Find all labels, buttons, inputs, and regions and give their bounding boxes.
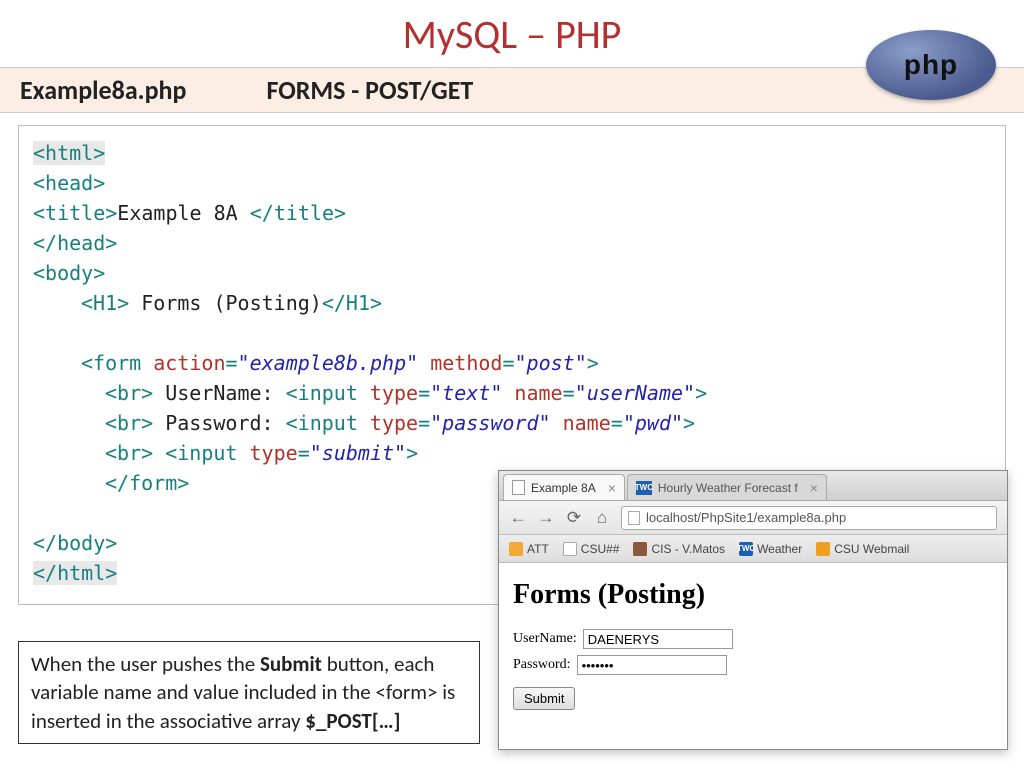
att-icon [509, 542, 523, 556]
browser-window: Example 8A × TWC Hourly Weather Forecast… [498, 470, 1008, 750]
close-icon[interactable]: × [608, 480, 616, 496]
tab-label: Hourly Weather Forecast f [658, 481, 798, 495]
tab-label: Example 8A [531, 481, 596, 495]
password-label: Password: [513, 657, 571, 673]
mail-icon [816, 542, 830, 556]
bookmark-item[interactable]: TWCWeather [739, 542, 802, 556]
cis-icon [633, 542, 647, 556]
browser-tab-active[interactable]: Example 8A × [503, 474, 625, 500]
browser-tab-inactive[interactable]: TWC Hourly Weather Forecast f × [627, 474, 827, 500]
nav-bar: ← → ⟳ ⌂ localhost/PhpSite1/example8a.php [499, 501, 1007, 535]
username-input[interactable] [583, 629, 733, 649]
username-label: UserName: [513, 631, 577, 647]
back-icon[interactable]: ← [509, 508, 527, 528]
reload-icon[interactable]: ⟳ [565, 508, 583, 528]
page-icon [628, 511, 640, 525]
page-content: Forms (Posting) UserName: Password: Subm… [499, 563, 1007, 720]
submit-button[interactable]: Submit [513, 687, 575, 710]
tab-strip: Example 8A × TWC Hourly Weather Forecast… [499, 471, 1007, 501]
subtitle-filename: Example8a.php [20, 74, 186, 106]
password-input[interactable] [577, 655, 727, 675]
document-icon [512, 480, 525, 495]
subtitle-section: FORMS - POST/GET [266, 74, 473, 106]
caption-box: When the user pushes the Submit button, … [18, 641, 480, 744]
twc-icon: TWC [636, 481, 652, 495]
bookmark-item[interactable]: ATT [509, 542, 549, 556]
url-bar[interactable]: localhost/PhpSite1/example8a.php [621, 506, 997, 530]
close-icon[interactable]: × [810, 480, 818, 496]
home-icon[interactable]: ⌂ [593, 508, 611, 528]
bookmark-item[interactable]: CIS - V.Matos [633, 542, 725, 556]
forward-icon[interactable]: → [537, 508, 555, 528]
bookmark-bar: ATT CSU## CIS - V.Matos TWCWeather CSU W… [499, 535, 1007, 563]
twc-icon: TWC [739, 542, 753, 556]
php-logo: php [866, 30, 996, 100]
bookmark-item[interactable]: CSU## [563, 542, 620, 556]
bookmark-item[interactable]: CSU Webmail [816, 542, 909, 556]
php-logo-text: php [904, 49, 958, 81]
url-text: localhost/PhpSite1/example8a.php [646, 510, 846, 525]
document-icon [563, 542, 577, 556]
page-heading: Forms (Posting) [513, 579, 993, 611]
